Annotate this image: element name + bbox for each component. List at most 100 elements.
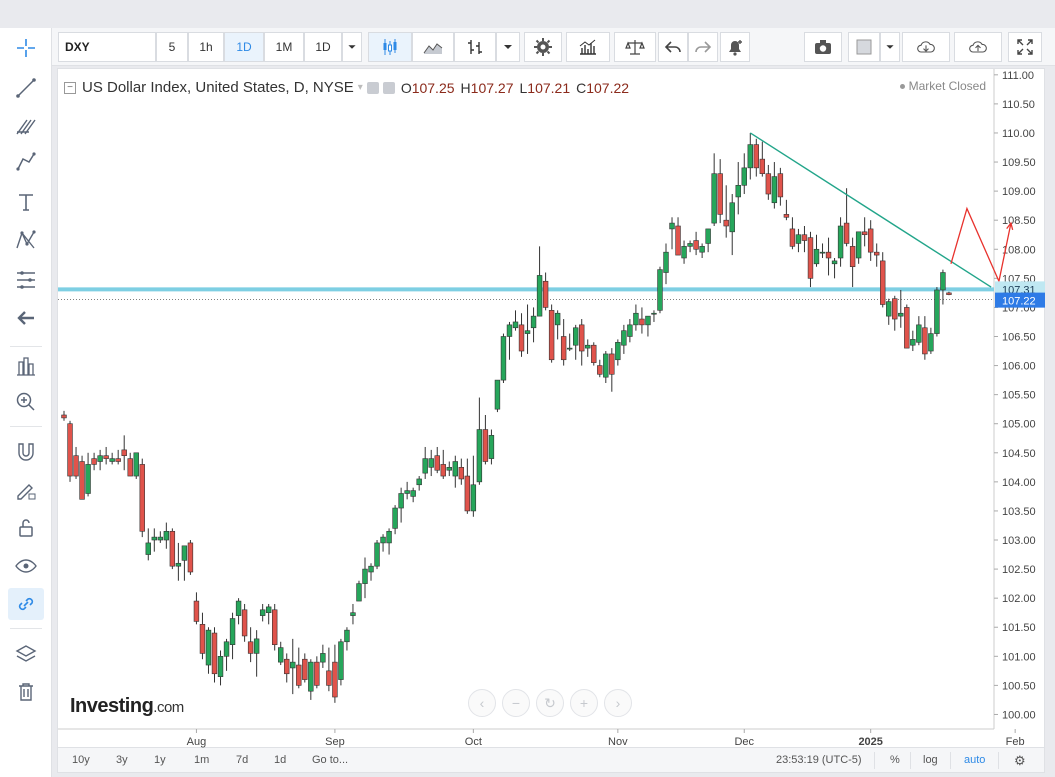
candle — [241, 603, 248, 642]
scroll-right-icon[interactable]: › — [604, 689, 632, 717]
eye-icon[interactable] — [8, 550, 44, 582]
text-tool-icon[interactable] — [8, 186, 44, 218]
settings-gear-icon[interactable] — [524, 32, 562, 62]
candle — [789, 217, 796, 250]
time-tick-label: Nov — [608, 736, 628, 748]
interval-1mo-button[interactable]: 1M — [264, 32, 304, 62]
candle-body — [597, 365, 603, 375]
bar-chart-icon[interactable] — [454, 32, 496, 62]
layout-square-icon[interactable] — [848, 32, 880, 62]
price-tick-label: 102.50 — [1002, 564, 1036, 576]
goto-date-button[interactable]: Go to... — [306, 752, 354, 769]
polyline-icon[interactable] — [8, 146, 44, 178]
draw-lock-icon[interactable] — [8, 474, 44, 506]
pattern-icon[interactable] — [8, 224, 44, 256]
candle — [103, 446, 109, 465]
symbol-input[interactable] — [58, 32, 156, 62]
alert-bell-icon[interactable] — [720, 32, 750, 62]
candle — [880, 252, 886, 308]
interval-dropdown-value[interactable]: 1D — [304, 32, 342, 62]
candle-body — [193, 600, 200, 622]
measure-icon[interactable] — [8, 350, 44, 382]
visibility-icon[interactable] — [366, 81, 379, 94]
candle-body — [127, 458, 133, 477]
area-chart-icon[interactable] — [412, 32, 454, 62]
candle-body — [910, 339, 916, 346]
candle — [79, 455, 85, 500]
collapse-legend-icon[interactable]: − — [64, 81, 76, 94]
price-chart[interactable]: 100.00 100.50 101.00 101.50 102.00 102.50 103.… — [58, 69, 1046, 749]
range-1y-button[interactable]: 1y — [148, 752, 172, 769]
bottom-settings-gear-icon[interactable]: ⚙ — [1014, 752, 1026, 769]
camera-icon[interactable] — [804, 32, 842, 62]
interval-1d-button[interactable]: 1D — [224, 32, 264, 62]
range-1d-button[interactable]: 1d — [268, 752, 292, 769]
investing-logo: Investing.com — [70, 695, 184, 718]
candle-body — [380, 536, 386, 544]
bottom-divider — [950, 752, 951, 769]
cloud-download-icon[interactable] — [902, 32, 950, 62]
interval-dropdown-chevron-icon[interactable] — [342, 32, 362, 62]
close-label: C — [576, 79, 587, 96]
back-arrow-icon[interactable] — [8, 302, 44, 334]
candle — [458, 458, 465, 485]
range-7d-button[interactable]: 7d — [230, 752, 254, 769]
cloud-upload-icon[interactable] — [954, 32, 1002, 62]
legend-chevron-icon[interactable]: ▾ — [358, 82, 363, 93]
interval-5m-button[interactable]: 5 — [156, 32, 188, 62]
candle — [627, 319, 633, 343]
redo-icon[interactable] — [688, 32, 718, 62]
price-tick-label: 110.00 — [1002, 128, 1035, 140]
candle — [223, 638, 230, 671]
candle-body — [181, 545, 188, 561]
fullscreen-icon[interactable] — [1008, 32, 1042, 62]
pitchfork-icon[interactable] — [8, 110, 44, 142]
unlock-icon[interactable] — [8, 512, 44, 544]
candlestick-chart-icon[interactable] — [368, 32, 412, 62]
compare-scale-icon[interactable] — [614, 32, 656, 62]
layers-icon[interactable] — [8, 638, 44, 670]
price-tick-label: 108.50 — [1002, 215, 1036, 227]
candle — [428, 449, 434, 477]
log-scale-button[interactable]: log — [923, 752, 938, 769]
undo-icon[interactable] — [658, 32, 688, 62]
candle — [115, 449, 121, 465]
candle — [97, 449, 103, 471]
price-tick-label: 102.00 — [1002, 593, 1036, 605]
candle — [470, 455, 477, 517]
range-1m-button[interactable]: 1m — [188, 752, 215, 769]
chart-panel[interactable]: 100.00 100.50 101.00 101.50 102.00 102.50 103.… — [57, 68, 1045, 748]
candle — [873, 243, 880, 267]
percent-scale-button[interactable]: % — [890, 752, 900, 769]
scroll-left-icon[interactable]: ‹ — [468, 689, 496, 717]
zoom-in-icon[interactable] — [8, 386, 44, 418]
zoom-in-nav-icon[interactable]: + — [570, 689, 598, 717]
candle — [801, 226, 808, 253]
crosshair-icon[interactable] — [8, 32, 44, 64]
fibonacci-icon[interactable] — [8, 264, 44, 296]
settings-small-icon[interactable] — [382, 81, 395, 94]
candle — [73, 446, 79, 479]
reset-zoom-icon[interactable]: ↻ — [536, 689, 564, 717]
candle — [368, 563, 374, 581]
magnet-icon[interactable] — [8, 436, 44, 468]
candle-body — [530, 315, 537, 329]
trend-line-icon[interactable] — [8, 72, 44, 104]
auto-scale-button[interactable]: auto — [964, 752, 985, 769]
candle-body — [416, 478, 422, 486]
link-icon[interactable] — [8, 588, 44, 620]
zoom-out-icon[interactable]: − — [502, 689, 530, 717]
range-3y-button[interactable]: 3y — [110, 752, 134, 769]
candle-body — [603, 353, 609, 378]
layout-chevron-icon[interactable] — [880, 32, 900, 62]
interval-1h-button[interactable]: 1h — [188, 32, 224, 62]
candle-body — [386, 530, 392, 544]
trash-icon[interactable] — [8, 676, 44, 708]
candle-body — [241, 609, 248, 637]
price-tick-label: 101.50 — [1002, 622, 1036, 634]
candle-body — [356, 583, 362, 602]
indicators-icon[interactable] — [566, 32, 610, 62]
chart-type-chevron-icon[interactable] — [496, 32, 520, 62]
range-10y-button[interactable]: 10y — [66, 752, 96, 769]
candle — [488, 429, 495, 465]
